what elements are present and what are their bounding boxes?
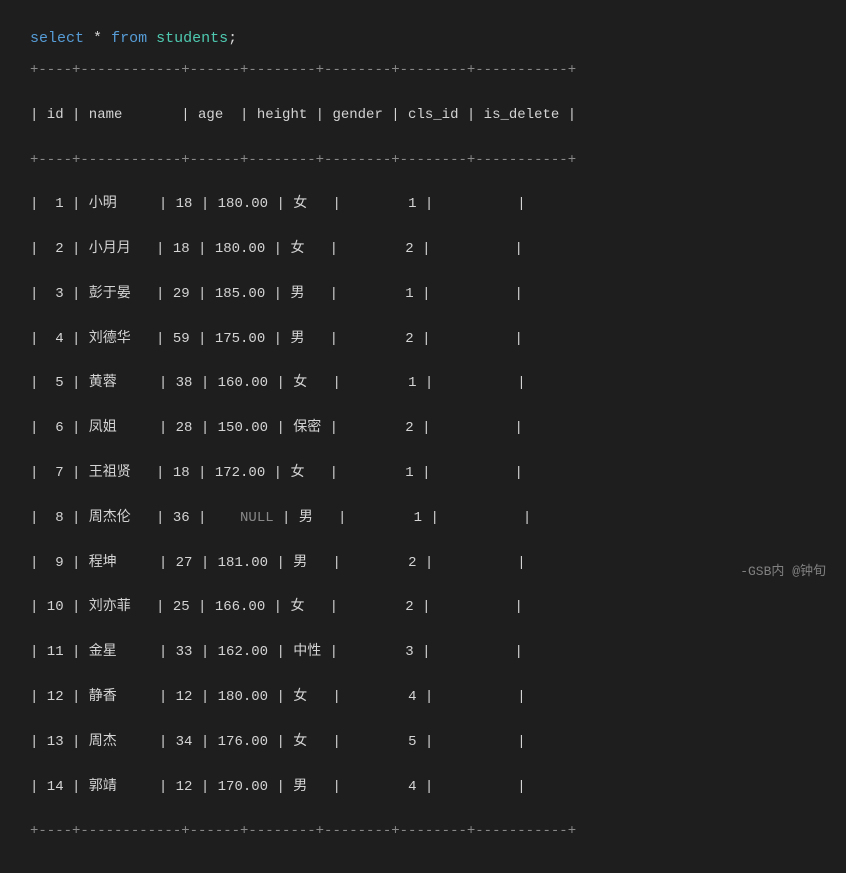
sql-query: select * from students;: [30, 30, 816, 47]
table-output: +----+------------+------+--------+-----…: [30, 59, 816, 843]
keyword-from: from: [111, 30, 147, 47]
keyword-select: select: [30, 30, 84, 47]
operator: *: [93, 30, 111, 47]
terminal: select * from students; +----+----------…: [20, 20, 826, 853]
semicolon: ;: [228, 30, 237, 47]
table-name: students: [156, 30, 228, 47]
watermark: -GSB内 @钟旬: [740, 560, 826, 579]
